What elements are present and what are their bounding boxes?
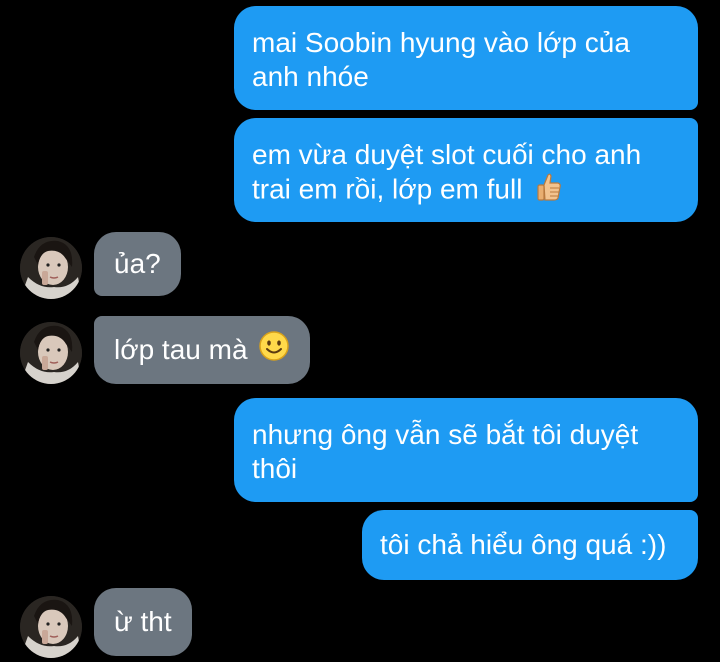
- smiley-icon: [258, 330, 290, 370]
- received-message-bubble[interactable]: ủa?: [94, 232, 181, 296]
- message-text: nhưng ông vẫn sẽ bắt tôi duyệt: [252, 419, 639, 450]
- message-text: ừ tht: [114, 606, 172, 637]
- chat-thread: mai Soobin hyung vào lớp của anh nhóe em…: [0, 0, 720, 662]
- contact-avatar[interactable]: [20, 322, 82, 384]
- contact-avatar[interactable]: [20, 596, 82, 658]
- message-text: em vừa duyệt slot cuối cho anh: [252, 139, 642, 170]
- message-text: thôi: [252, 453, 298, 484]
- sent-message-bubble[interactable]: em vừa duyệt slot cuối cho anh trai em r…: [234, 118, 698, 222]
- received-message-bubble[interactable]: lớp tau mà: [94, 316, 310, 384]
- message-text: tôi chả hiểu ông quá :)): [380, 529, 667, 560]
- message-text: mai Soobin hyung vào lớp của: [252, 27, 630, 58]
- message-text: trai em rồi, lớp em full: [252, 173, 523, 205]
- sent-message-bubble[interactable]: nhưng ông vẫn sẽ bắt tôi duyệt thôi: [234, 398, 698, 502]
- sent-message-bubble[interactable]: mai Soobin hyung vào lớp của anh nhóe: [234, 6, 698, 110]
- message-text: lớp tau mà: [114, 334, 248, 365]
- sent-message-bubble[interactable]: tôi chả hiểu ông quá :)): [362, 510, 698, 580]
- contact-avatar[interactable]: [20, 237, 82, 299]
- message-text: anh nhóe: [252, 61, 369, 92]
- received-message-bubble[interactable]: ừ tht: [94, 588, 192, 656]
- message-text: ủa?: [114, 248, 161, 279]
- thumbs-up-icon: [536, 172, 562, 210]
